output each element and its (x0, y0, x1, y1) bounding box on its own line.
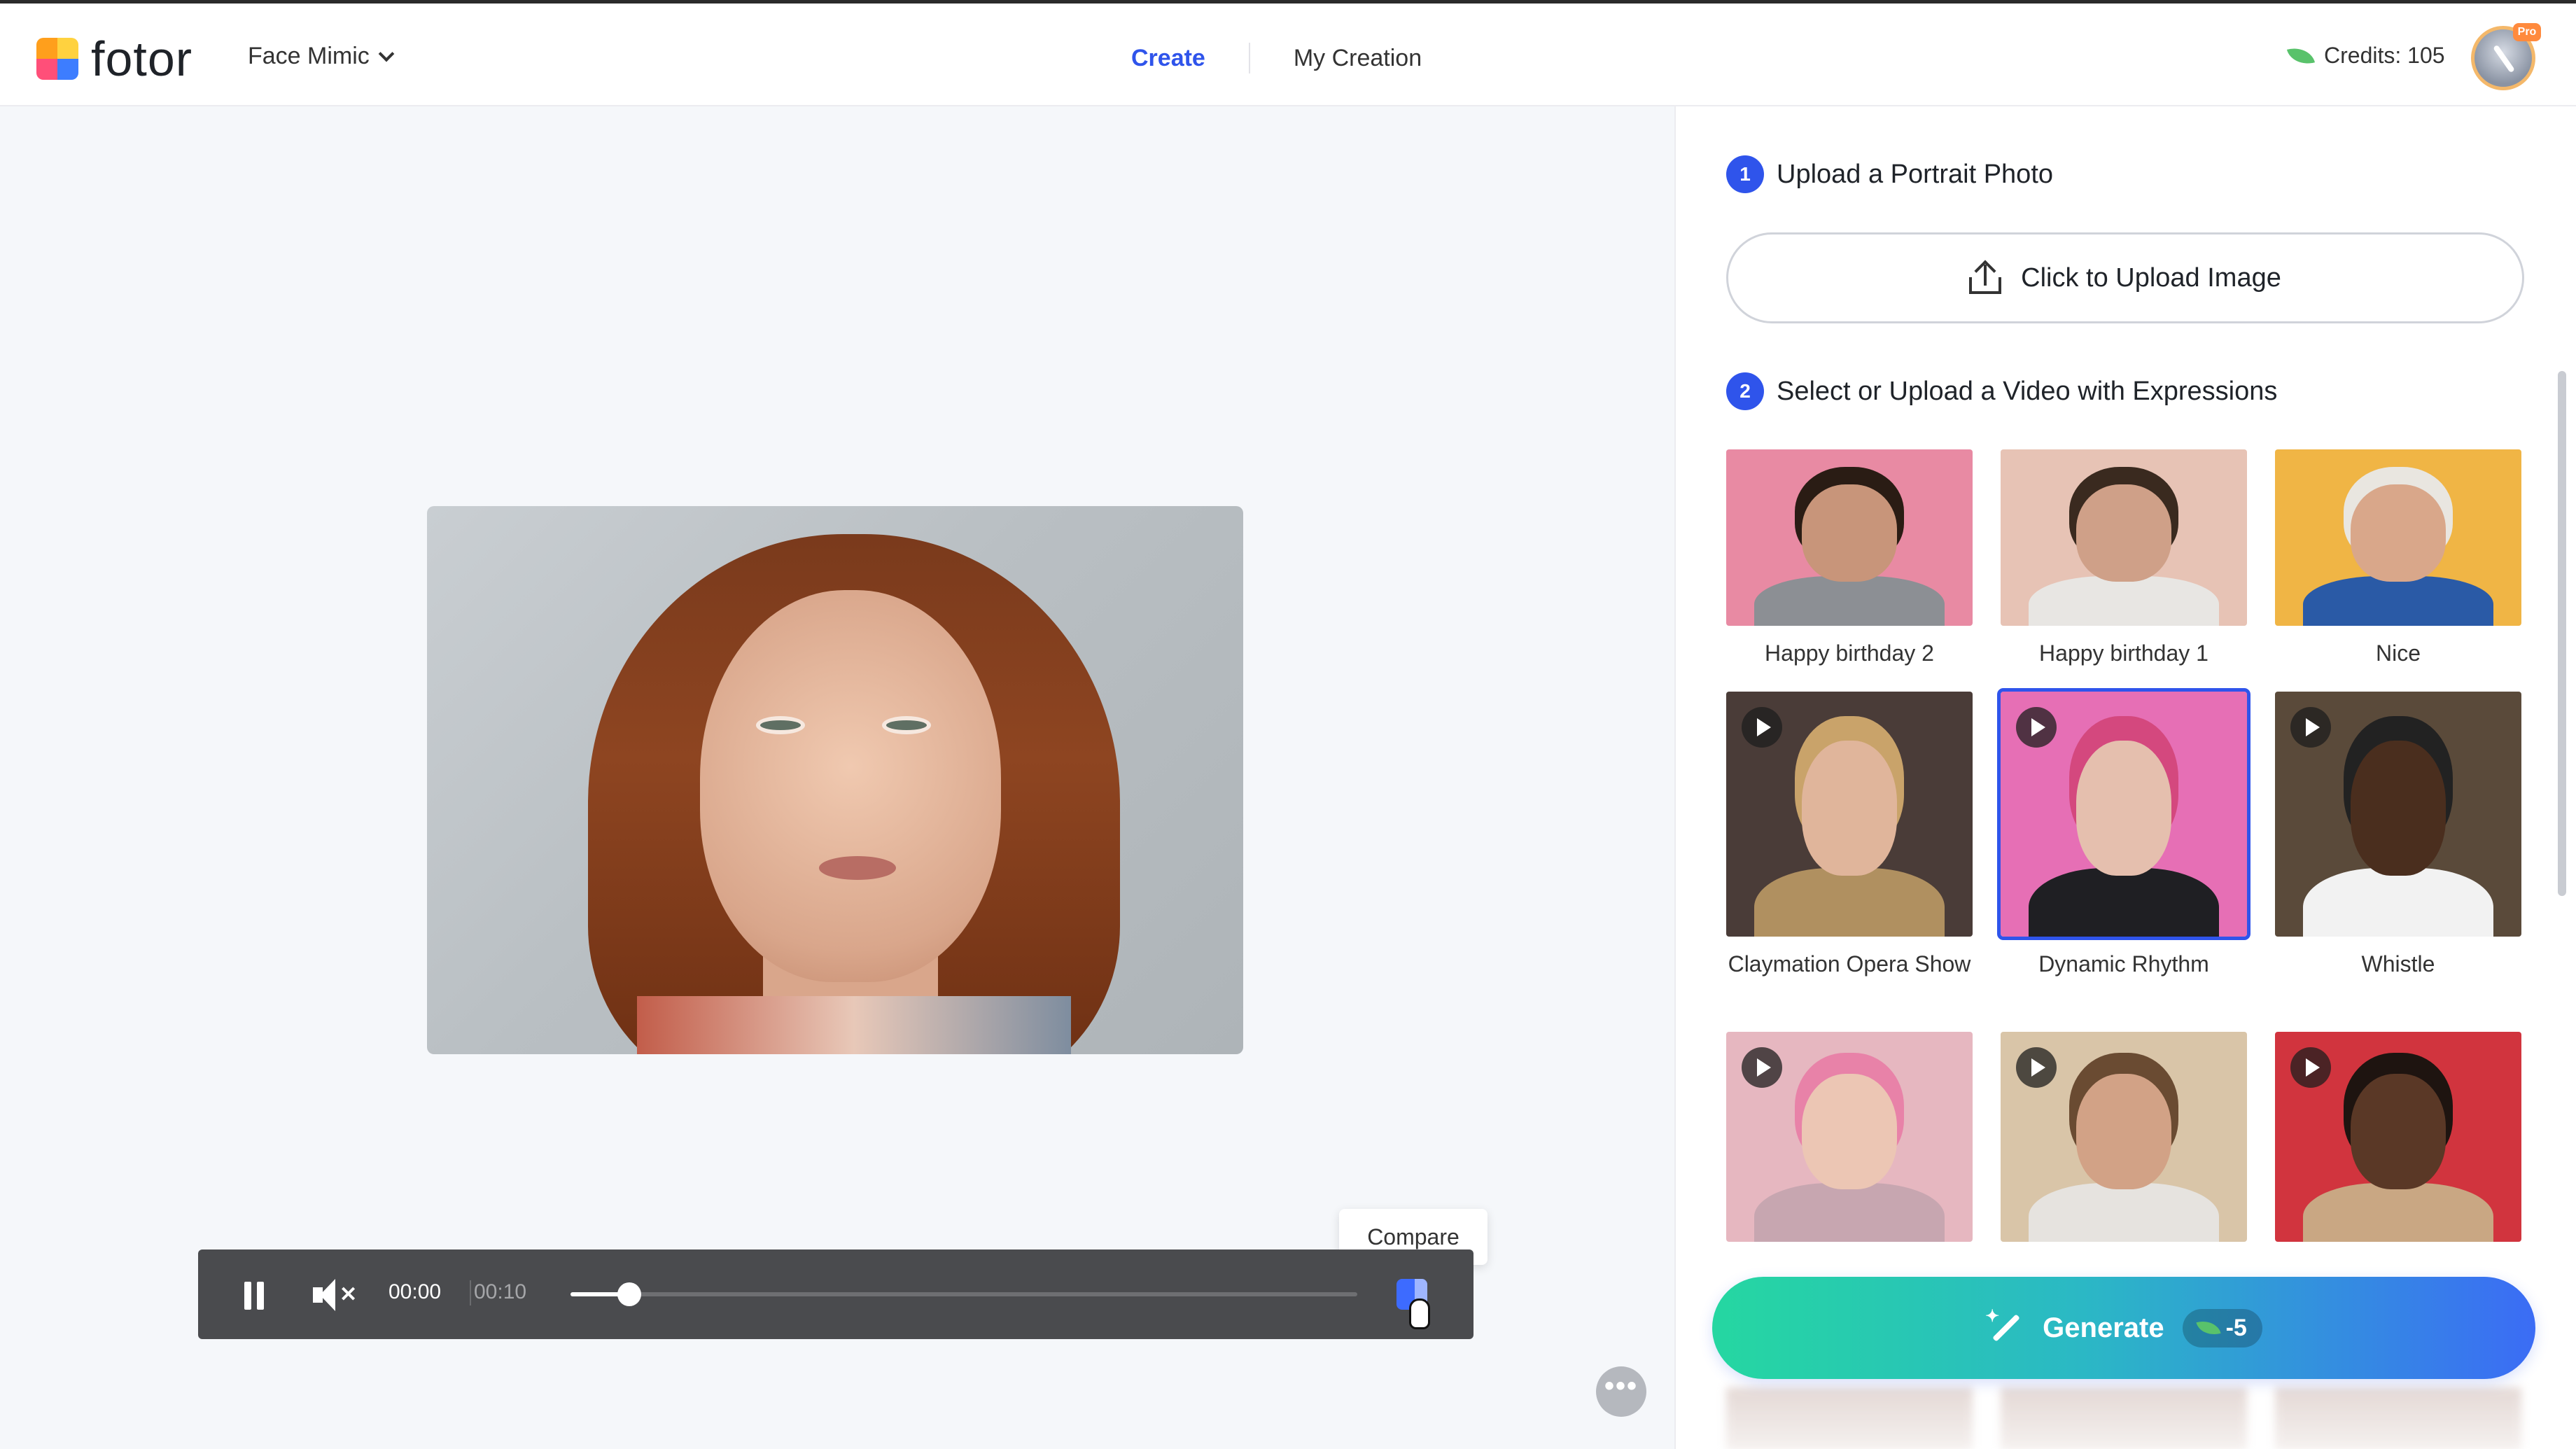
credits-label: Credits: 105 (2324, 43, 2445, 68)
template-card[interactable]: Dynamic Rhythm (1997, 688, 2250, 979)
portrait-preview-image (427, 506, 1243, 1054)
panel-scrollbar[interactable] (2558, 371, 2566, 896)
template-label: Happy birthday 1 (2039, 640, 2208, 666)
total-time: 00:10 (474, 1280, 527, 1303)
template-label: Happy birthday 2 (1765, 640, 1934, 666)
fotor-logo[interactable]: fotor (36, 34, 192, 83)
video-player-controls: ✕ 00:00 00:10 (198, 1250, 1474, 1339)
credits-counter[interactable]: Credits: 105 (2286, 43, 2445, 69)
step-upload-photo: 1 Upload a Portrait Photo (1726, 155, 2053, 193)
fotor-logo-icon (36, 38, 78, 80)
template-thumbnail (2275, 449, 2521, 626)
play-icon (2290, 707, 2331, 748)
play-icon (1742, 707, 1782, 748)
logo-text: fotor (91, 31, 193, 86)
mute-x-icon: ✕ (340, 1283, 358, 1306)
step-number: 1 (1726, 155, 1764, 193)
template-thumbnail (2001, 449, 2247, 626)
template-thumbnail (1726, 449, 1973, 626)
template-label: Nice (2375, 640, 2421, 666)
settings-panel: 1 Upload a Portrait Photo Click to Uploa… (1674, 106, 2576, 1449)
step-title: Upload a Portrait Photo (1777, 159, 2054, 189)
tab-create[interactable]: Create (1131, 45, 1205, 72)
upload-image-button[interactable]: Click to Upload Image (1726, 232, 2524, 323)
template-thumbnail (1726, 1032, 1973, 1242)
tool-dropdown[interactable]: Face Mimic (248, 43, 395, 70)
template-label: Claymation Opera Show (1728, 951, 1971, 976)
template-card[interactable]: Whistle (2275, 692, 2521, 979)
template-thumbnail (2275, 692, 2521, 937)
template-card[interactable]: Happy birthday 2 (1726, 449, 1973, 668)
leaf-credit-icon (2195, 1317, 2221, 1339)
top-header: fotor Face Mimic Create My Creation Cred… (0, 0, 2576, 106)
template-thumbnail (1997, 688, 2250, 940)
step-title: Select or Upload a Video with Expression… (1777, 376, 2278, 406)
template-card[interactable]: Claymation Opera Show (1726, 692, 1973, 979)
upload-icon (1969, 260, 2002, 294)
leaf-credit-icon (2286, 43, 2316, 69)
pointer-cursor-icon (1409, 1298, 1430, 1329)
template-thumbnail (2275, 1032, 2521, 1242)
template-card[interactable] (1726, 1032, 1973, 1242)
mute-button[interactable]: ✕ (313, 1278, 358, 1312)
credit-cost-badge: -5 (2182, 1308, 2262, 1348)
seek-bar[interactable] (570, 1282, 1357, 1306)
nav-divider (1248, 43, 1250, 74)
generate-button[interactable]: ✦ Generate -5 (1712, 1277, 2535, 1379)
upload-button-label: Click to Upload Image (2021, 262, 2281, 293)
tool-dropdown-label: Face Mimic (248, 43, 370, 69)
main-nav: Create My Creation (1131, 43, 1422, 74)
play-icon (2016, 1047, 2057, 1088)
template-card[interactable]: Nice (2275, 449, 2521, 668)
tab-my-creation[interactable]: My Creation (1294, 45, 1422, 72)
template-label: Whistle (2361, 951, 2435, 976)
play-icon (2016, 707, 2057, 748)
credit-cost: -5 (2225, 1314, 2247, 1341)
template-card[interactable] (2001, 1032, 2247, 1242)
seek-handle[interactable] (617, 1282, 642, 1306)
time-divider (470, 1280, 471, 1306)
pause-button[interactable] (243, 1282, 265, 1310)
step-number: 2 (1726, 372, 1764, 410)
current-time: 00:00 (388, 1280, 442, 1303)
play-icon (1742, 1047, 1782, 1088)
step-select-video: 2 Select or Upload a Video with Expressi… (1726, 372, 2277, 410)
more-options-button[interactable]: ••• (1596, 1366, 1646, 1417)
template-card[interactable] (2275, 1032, 2521, 1242)
magic-wand-icon: ✦ (1985, 1308, 2024, 1348)
template-card[interactable]: Happy birthday 1 (2001, 449, 2247, 668)
chevron-down-icon (378, 46, 395, 62)
generate-label: Generate (2043, 1312, 2164, 1343)
template-thumbnail (2001, 1032, 2247, 1242)
play-icon (2290, 1047, 2331, 1088)
template-label: Dynamic Rhythm (2038, 951, 2209, 976)
more-templates-faded (1726, 1387, 2533, 1449)
template-thumbnail (1726, 692, 1973, 937)
pro-badge: Pro (2513, 23, 2541, 41)
